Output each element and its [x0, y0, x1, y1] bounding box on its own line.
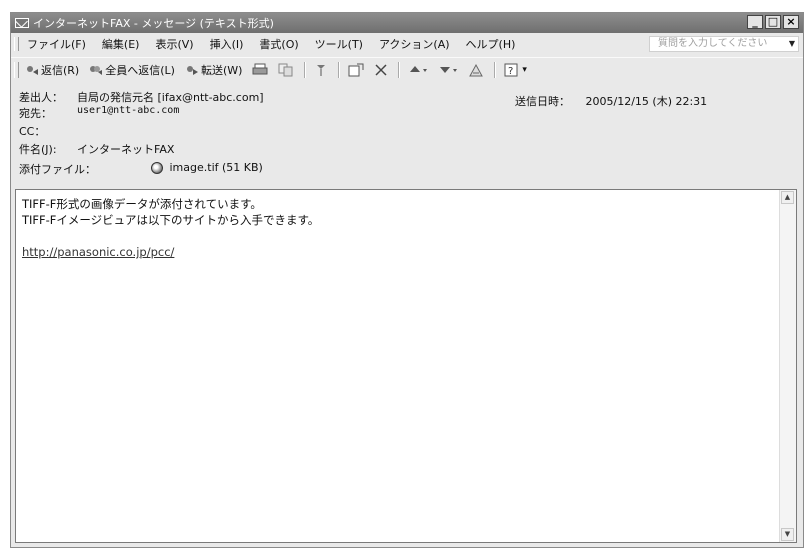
printer-icon	[252, 63, 268, 75]
body-link[interactable]: http://panasonic.co.jp/pcc/	[22, 244, 319, 260]
help-button[interactable]: ? ▾	[504, 63, 527, 77]
delete-button[interactable]	[374, 63, 388, 77]
copy-button[interactable]	[278, 63, 294, 77]
attachment-size: (51 KB)	[222, 161, 263, 174]
subject-label: 件名(J):	[19, 143, 57, 156]
subject-value: インターネットFAX	[77, 143, 175, 156]
maximize-button[interactable]: □	[765, 15, 781, 29]
menu-help[interactable]: ヘルプ(H)	[466, 36, 516, 52]
up-arrow-icon	[410, 66, 428, 72]
scroll-up-arrow-icon[interactable]: ▲	[781, 191, 794, 204]
move-to-folder-icon	[348, 63, 364, 77]
minimize-button[interactable]: _	[747, 15, 763, 29]
scroll-down-arrow-icon[interactable]: ▼	[781, 528, 794, 541]
menu-view[interactable]: 表示(V)	[155, 36, 193, 52]
attachment-row: 添付ファイル： image.tif (51 KB)	[19, 161, 263, 177]
body-line-1: TIFF-F形式の画像データが添付されています。	[22, 197, 262, 211]
toolbar-separator	[398, 62, 401, 78]
menu-actions[interactable]: アクション(A)	[379, 36, 450, 52]
message-window: インターネットFAX - メッセージ (テキスト形式) _ □ × ファイル(F…	[10, 12, 804, 548]
reply-icon	[27, 66, 38, 75]
message-header: 差出人： 自局の発信元名 [ifax@ntt-abc.com] 送信日時： 20…	[11, 83, 803, 189]
help-icon: ?	[504, 63, 518, 77]
menu-file[interactable]: ファイル(F)	[27, 36, 86, 52]
menu-bar: ファイル(F) 編集(E) 表示(V) 挿入(I) 書式(O) ツール(T) ア…	[11, 33, 803, 55]
toolbar-separator	[494, 62, 497, 78]
move-button[interactable]	[348, 63, 364, 77]
menu-tools[interactable]: ツール(T)	[315, 36, 363, 52]
subject-row: 件名(J): インターネットFAX	[19, 141, 174, 157]
vertical-scrollbar[interactable]: ▲ ▼	[779, 190, 796, 542]
copy-icon	[278, 63, 293, 77]
reply-label: 返信(R)	[41, 64, 80, 77]
reply-button[interactable]: 返信(R)	[25, 62, 79, 78]
to-row: 宛先： user1@ntt-abc.com	[19, 105, 179, 121]
toolbar-options-icon[interactable]: ▾	[522, 65, 527, 75]
reply-all-icon	[90, 66, 103, 75]
toolbar-separator	[304, 62, 307, 78]
address-book-icon	[469, 63, 484, 77]
reply-all-button[interactable]: 全員へ返信(L)	[89, 62, 175, 78]
sent-row: 送信日時： 2005/12/15 (木) 22:31	[515, 93, 707, 109]
reply-all-label: 全員へ返信(L)	[105, 64, 175, 77]
svg-text:?: ?	[508, 66, 513, 77]
from-row: 差出人： 自局の発信元名 [ifax@ntt-abc.com]	[19, 89, 264, 105]
title-bar[interactable]: インターネットFAX - メッセージ (テキスト形式) _ □ ×	[11, 13, 803, 33]
cc-row: CC：	[19, 123, 77, 139]
flag-icon	[317, 65, 326, 76]
forward-label: 転送(W)	[200, 64, 243, 77]
down-arrow-icon	[440, 67, 458, 73]
body-line-2: TIFF-Fイメージビュアは以下のサイトから入手できます。	[22, 213, 320, 227]
delete-icon	[375, 64, 387, 76]
to-value[interactable]: user1@ntt-abc.com	[77, 105, 179, 121]
window-title: インターネットFAX - メッセージ (テキスト形式)	[33, 17, 274, 30]
menu-edit[interactable]: 編集(E)	[102, 36, 140, 52]
next-item-button[interactable]	[438, 63, 458, 77]
sent-label: 送信日時：	[515, 95, 570, 108]
message-body[interactable]: TIFF-F形式の画像データが添付されています。 TIFF-Fイメージビュアは以…	[15, 189, 797, 543]
toolbar: 返信(R) 全員へ返信(L) 転送(W) ? ▾	[11, 57, 803, 82]
envelope-icon	[15, 18, 29, 28]
from-value[interactable]: 自局の発信元名 [ifax@ntt-abc.com]	[77, 89, 264, 105]
address-book-button[interactable]	[468, 63, 484, 77]
dropdown-arrow-icon[interactable]: ▼	[789, 37, 795, 51]
toolbar-separator	[338, 62, 341, 78]
attachment-label: 添付ファイル：	[19, 163, 96, 176]
menu-insert[interactable]: 挿入(I)	[210, 36, 244, 52]
cc-label: CC：	[19, 125, 46, 138]
attachment-icon	[151, 162, 163, 174]
sent-value: 2005/12/15 (木) 22:31	[585, 95, 708, 108]
help-search-input[interactable]: 質問を入力してください ▼	[649, 36, 799, 52]
from-label: 差出人：	[19, 91, 63, 104]
toolbar-grip	[14, 62, 19, 78]
print-button[interactable]	[252, 63, 268, 77]
forward-button[interactable]: 転送(W)	[185, 62, 242, 78]
attachment-name: image.tif	[169, 161, 219, 174]
forward-icon	[186, 66, 198, 75]
close-button[interactable]: ×	[783, 15, 799, 29]
previous-item-button[interactable]	[408, 63, 428, 77]
help-placeholder: 質問を入力してください	[658, 38, 768, 49]
menu-grip	[14, 37, 19, 51]
body-text: TIFF-F形式の画像データが添付されています。 TIFF-Fイメージビュアは以…	[22, 196, 319, 260]
flag-button[interactable]	[314, 63, 328, 77]
attachment-item[interactable]: image.tif (51 KB)	[151, 161, 263, 177]
menu-format[interactable]: 書式(O)	[259, 36, 298, 52]
window-controls: _ □ ×	[747, 15, 799, 29]
to-label: 宛先：	[19, 107, 52, 120]
